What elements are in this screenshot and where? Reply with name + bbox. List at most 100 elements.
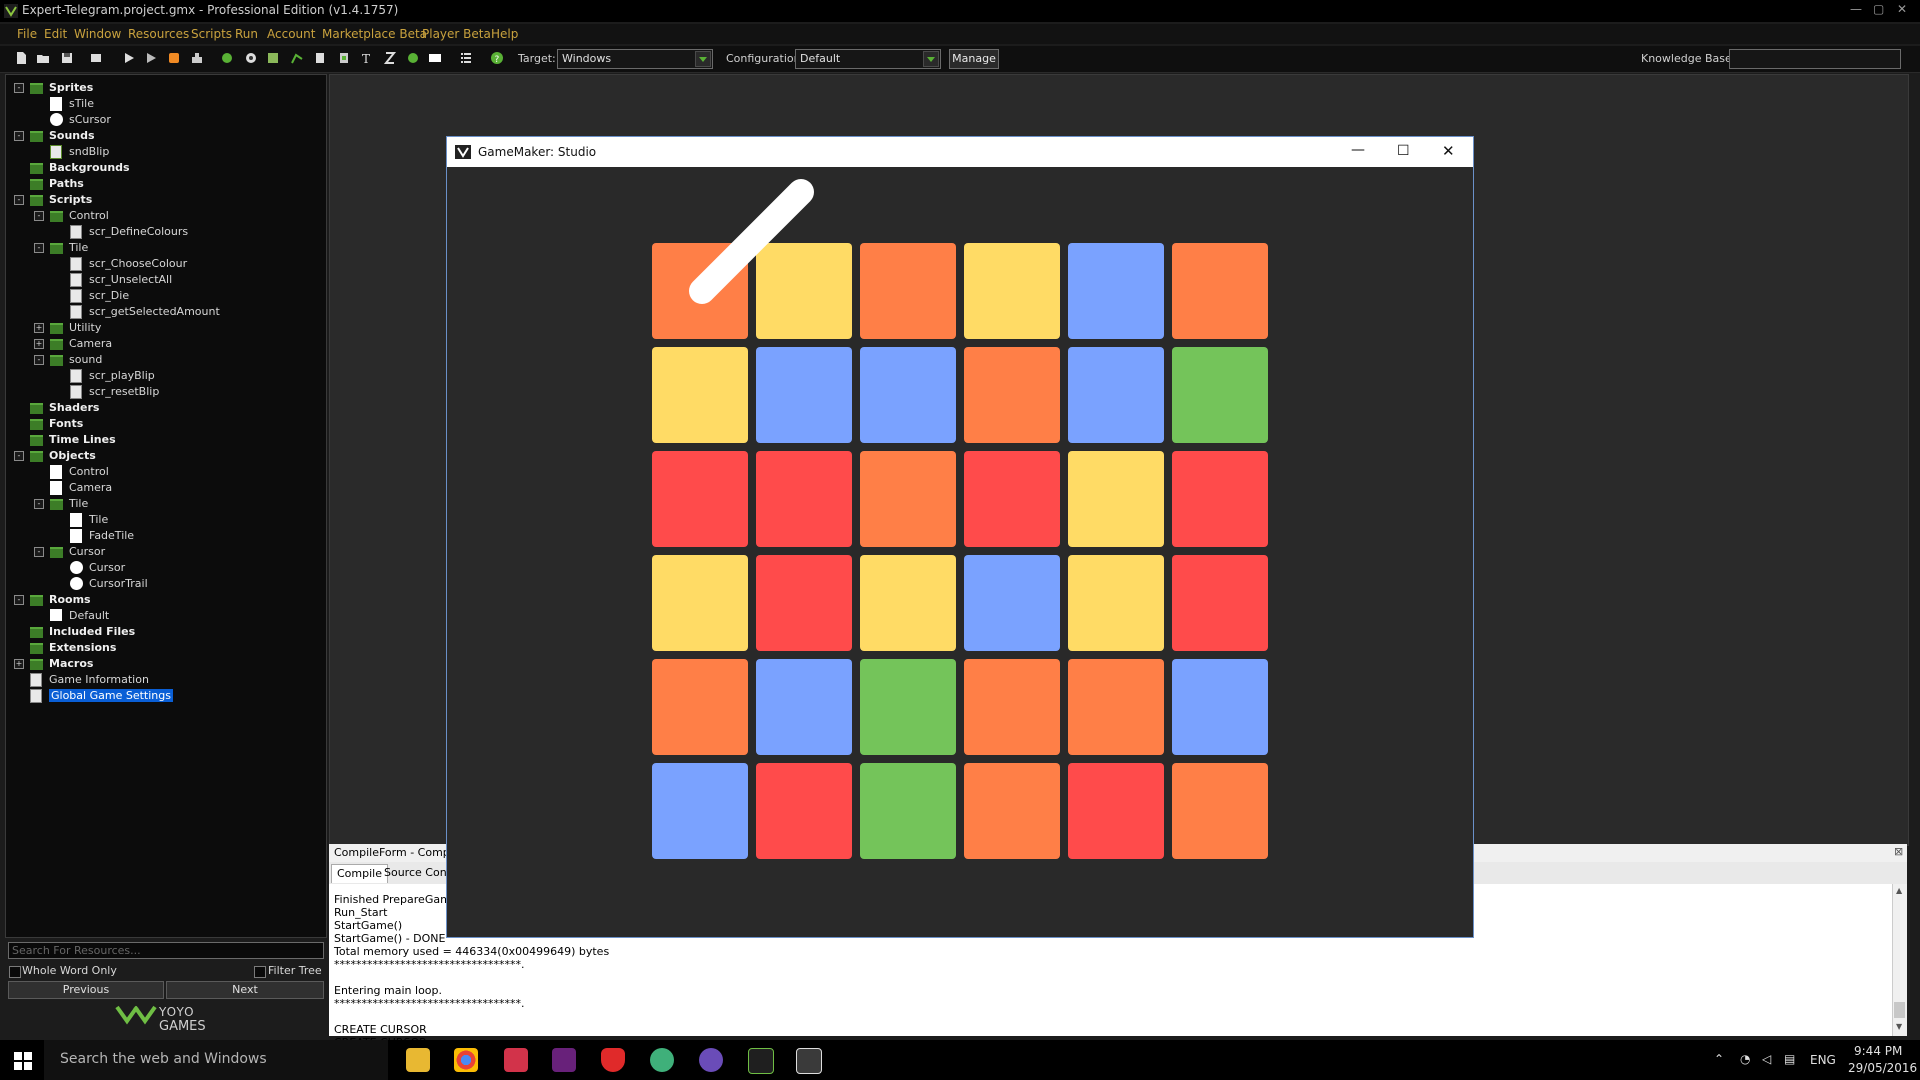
menu-run[interactable]: Run bbox=[235, 27, 258, 41]
tree-item[interactable]: Sounds bbox=[49, 128, 95, 143]
tree-item[interactable]: Tile bbox=[89, 512, 108, 527]
collapse-icon[interactable]: - bbox=[34, 243, 44, 253]
open-folder-icon[interactable] bbox=[36, 51, 50, 65]
save-icon[interactable] bbox=[60, 51, 74, 65]
collapse-icon[interactable]: - bbox=[34, 355, 44, 365]
taskbar-search[interactable]: Search the web and Windows bbox=[44, 1040, 388, 1080]
add-room-icon[interactable] bbox=[428, 51, 442, 65]
export-icon[interactable] bbox=[89, 51, 103, 65]
next-button[interactable]: Next bbox=[166, 981, 324, 999]
scroll-up-icon[interactable]: ▲ bbox=[1896, 886, 1902, 895]
gamemaker-runner-taskbar-icon[interactable] bbox=[796, 1048, 822, 1074]
menu-player-beta[interactable]: Player Beta bbox=[422, 27, 491, 41]
add-font-icon[interactable]: T bbox=[360, 51, 374, 65]
expand-icon[interactable]: + bbox=[34, 323, 44, 333]
configuration-select[interactable]: Default bbox=[795, 49, 941, 69]
tree-item[interactable]: sound bbox=[69, 352, 102, 367]
tree-item[interactable]: Camera bbox=[69, 480, 112, 495]
tree-item[interactable]: Game Information bbox=[49, 672, 149, 687]
collapse-icon[interactable]: - bbox=[34, 499, 44, 509]
tree-item[interactable]: Global Game Settings bbox=[49, 688, 173, 703]
notification-icon[interactable]: ▤ bbox=[1784, 1052, 1795, 1066]
tree-item[interactable]: Default bbox=[69, 608, 109, 623]
filter-tree-checkbox[interactable] bbox=[254, 966, 266, 978]
tree-item[interactable]: sCursor bbox=[69, 112, 111, 127]
tree-item[interactable]: scr_Die bbox=[89, 288, 129, 303]
collapse-icon[interactable]: - bbox=[14, 195, 24, 205]
gamemaker-taskbar-icon[interactable] bbox=[748, 1048, 774, 1074]
menu-help[interactable]: Help bbox=[491, 27, 518, 41]
collapse-icon[interactable]: - bbox=[14, 131, 24, 141]
add-shader-icon[interactable] bbox=[337, 51, 351, 65]
create-executable-icon[interactable] bbox=[190, 51, 204, 65]
previous-button[interactable]: Previous bbox=[8, 981, 164, 999]
add-path-icon[interactable] bbox=[290, 51, 304, 65]
tree-item[interactable]: CursorTrail bbox=[89, 576, 148, 591]
tree-item[interactable]: Camera bbox=[69, 336, 112, 351]
tree-item[interactable]: sndBlip bbox=[69, 144, 109, 159]
run-icon[interactable] bbox=[122, 51, 136, 65]
windows-start-icon[interactable] bbox=[14, 1052, 32, 1070]
tree-item[interactable]: Time Lines bbox=[49, 432, 116, 447]
menu-window[interactable]: Window bbox=[74, 27, 121, 41]
new-file-icon[interactable] bbox=[14, 51, 28, 65]
paint-app-icon[interactable] bbox=[504, 1048, 528, 1072]
tree-item[interactable]: Included Files bbox=[49, 624, 135, 639]
stop-icon[interactable] bbox=[167, 51, 181, 65]
tree-item[interactable]: Rooms bbox=[49, 592, 91, 607]
add-object-icon[interactable] bbox=[406, 51, 420, 65]
green-app-icon[interactable] bbox=[650, 1048, 674, 1072]
tree-item[interactable]: Control bbox=[69, 208, 109, 223]
tree-item[interactable]: Shaders bbox=[49, 400, 99, 415]
scroll-down-icon[interactable]: ▼ bbox=[1896, 1022, 1902, 1031]
tree-item[interactable]: Backgrounds bbox=[49, 160, 130, 175]
menu-marketplace-beta[interactable]: Marketplace Beta bbox=[322, 27, 427, 41]
maximize-icon[interactable]: ▢ bbox=[1873, 2, 1884, 16]
collapse-icon[interactable]: - bbox=[14, 83, 24, 93]
clock-time[interactable]: 9:44 PM bbox=[1854, 1044, 1902, 1058]
expand-icon[interactable]: + bbox=[34, 339, 44, 349]
tree-item[interactable]: Macros bbox=[49, 656, 93, 671]
collapse-icon[interactable]: - bbox=[14, 451, 24, 461]
tree-item[interactable]: Tile bbox=[69, 240, 88, 255]
tree-item[interactable]: Control bbox=[69, 464, 109, 479]
tree-item[interactable]: Cursor bbox=[89, 560, 125, 575]
menu-scripts[interactable]: Scripts bbox=[191, 27, 232, 41]
minimize-icon[interactable]: — bbox=[1850, 2, 1862, 16]
tree-item[interactable]: scr_getSelectedAmount bbox=[89, 304, 220, 319]
add-background-icon[interactable] bbox=[266, 51, 280, 65]
chevron-down-icon[interactable] bbox=[923, 51, 939, 67]
tree-item[interactable]: scr_UnselectAll bbox=[89, 272, 172, 287]
tree-item[interactable]: Fonts bbox=[49, 416, 83, 431]
tree-item[interactable]: scr_playBlip bbox=[89, 368, 155, 383]
expand-icon[interactable]: + bbox=[14, 659, 24, 669]
add-timeline-icon[interactable] bbox=[383, 51, 397, 65]
menu-account[interactable]: Account bbox=[267, 27, 315, 41]
tree-item[interactable]: Sprites bbox=[49, 80, 93, 95]
tree-item[interactable]: scr_DefineColours bbox=[89, 224, 188, 239]
tree-item[interactable]: Objects bbox=[49, 448, 96, 463]
tray-chevron-icon[interactable]: ⌃ bbox=[1714, 1052, 1724, 1066]
clock-date[interactable]: 29/05/2016 bbox=[1848, 1061, 1917, 1075]
menu-edit[interactable]: Edit bbox=[44, 27, 67, 41]
add-script-icon[interactable] bbox=[313, 51, 327, 65]
tree-item[interactable]: Utility bbox=[69, 320, 101, 335]
add-sprite-icon[interactable] bbox=[220, 51, 234, 65]
help-icon[interactable]: ? bbox=[490, 51, 504, 65]
tree-item[interactable]: Extensions bbox=[49, 640, 116, 655]
scroll-thumb[interactable] bbox=[1894, 1002, 1905, 1018]
close-panel-icon[interactable]: ⊠ bbox=[1894, 845, 1903, 858]
menu-resources[interactable]: Resources bbox=[128, 27, 189, 41]
debug-run-icon[interactable] bbox=[144, 51, 158, 65]
manage-button[interactable]: Manage bbox=[949, 49, 999, 69]
tree-item[interactable]: Paths bbox=[49, 176, 84, 191]
collapse-icon[interactable]: - bbox=[34, 547, 44, 557]
compile-scrollbar[interactable]: ▲ ▼ bbox=[1892, 884, 1907, 1036]
gem-app-icon[interactable] bbox=[601, 1048, 625, 1072]
chevron-down-icon[interactable] bbox=[695, 51, 711, 67]
collapse-icon[interactable]: - bbox=[34, 211, 44, 221]
tree-item[interactable]: sTile bbox=[69, 96, 94, 111]
game-settings-icon[interactable] bbox=[459, 51, 473, 65]
tree-item[interactable]: Tile bbox=[69, 496, 88, 511]
tree-item[interactable]: Cursor bbox=[69, 544, 105, 559]
